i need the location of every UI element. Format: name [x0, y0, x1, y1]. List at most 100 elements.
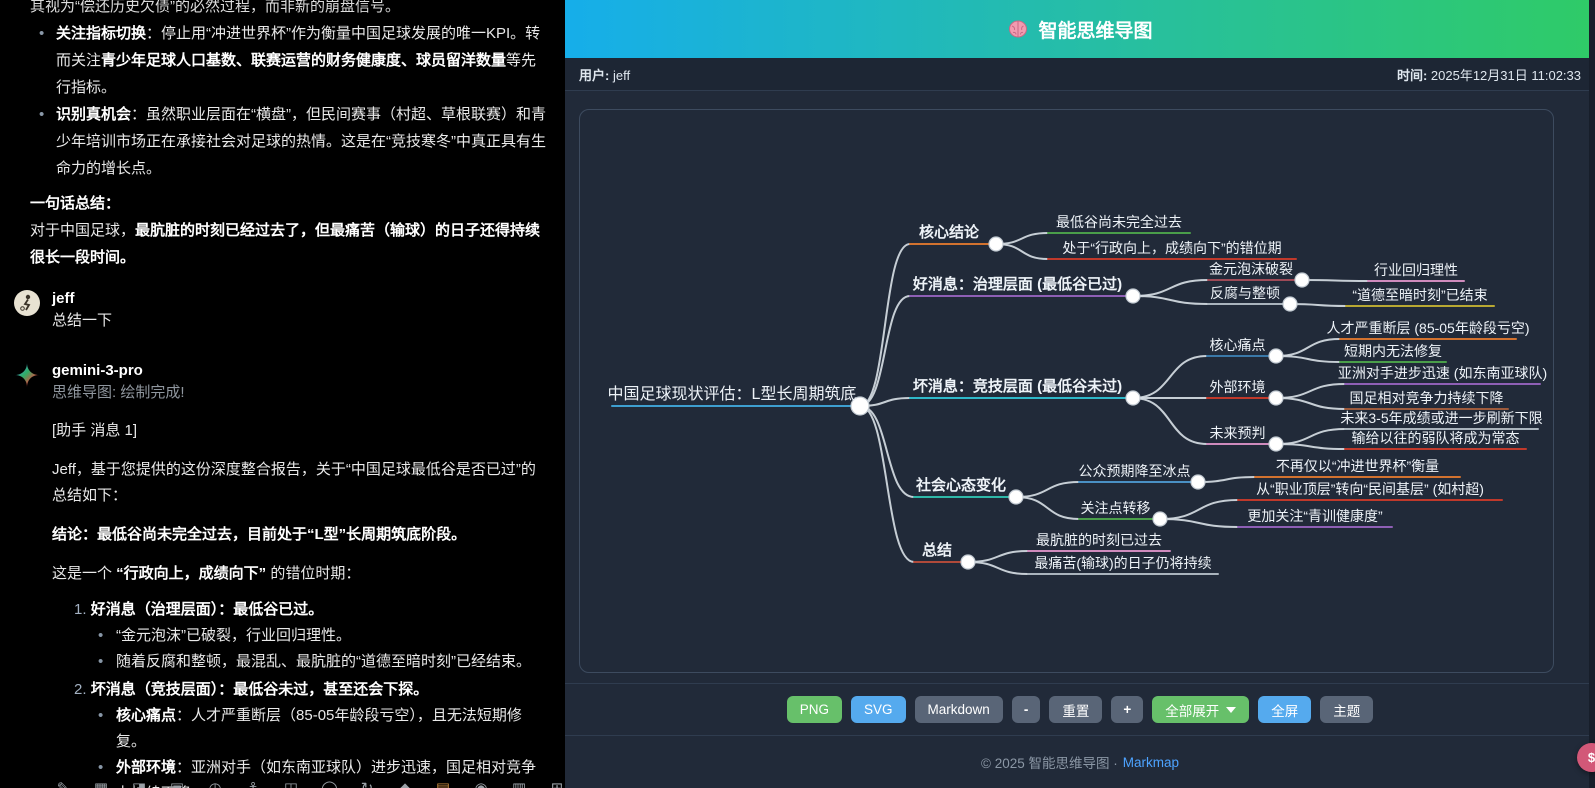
mindmap-node-label[interactable]: 人才严重断层 (85-05年龄段亏空) — [1326, 318, 1529, 338]
mindmap-node-label[interactable]: 行业回归理性 — [1374, 260, 1458, 280]
soccer-player-icon — [17, 293, 37, 313]
export-png-button[interactable]: PNG — [787, 696, 842, 723]
mindmap-node-label[interactable]: 最肮脏的时刻已过去 — [1036, 530, 1162, 550]
mindmap-app-panel: 智能思维导图 用户: jeff 时间: 2025年12月31日 11:02:33… — [565, 0, 1595, 788]
mindmap-collapse-circle[interactable] — [1283, 297, 1297, 311]
mindmap-node-label[interactable]: 处于“行政向上，成绩向下”的错位期 — [1062, 238, 1281, 258]
mindmap-collapse-circle[interactable] — [1126, 391, 1140, 405]
bullet-item: 关注指标切换：停止用“冲进世界杯”作为衡量中国足球发展的唯一KPI。转而关注青少… — [30, 20, 547, 101]
mindmap-canvas[interactable]: 中国足球现状评估：L型长周期筑底 核心结论 最低谷尚未完全过去处于“行政向上，成绩向… — [580, 110, 1553, 672]
message-author: jeff — [52, 289, 547, 309]
text-segment: 这是一个 — [52, 565, 116, 582]
mindmap-collapse-circle[interactable] — [1126, 289, 1140, 303]
zoom-out-button[interactable]: - — [1012, 696, 1041, 723]
app-title: 智能思维导图 — [1038, 16, 1152, 43]
file-icon[interactable]: ▤ — [435, 779, 451, 788]
mindmap-collapse-circle[interactable] — [1153, 512, 1167, 526]
mindmap-toolbar: PNG SVG Markdown - 重置 + 全部展开 全屏 主题 — [565, 683, 1595, 735]
zoom-in-button[interactable]: + — [1111, 696, 1143, 723]
grid-icon[interactable]: ⊞ — [549, 779, 565, 788]
mindmap-node-label[interactable]: 坏消息：竞技层面 (最低谷未过) — [913, 377, 1122, 397]
assistant-list-item: 好消息（治理层面）：最低谷已过。“金元泡沫”已破裂，行业回归理性。随着反腐和整顿… — [74, 597, 547, 675]
mindmap-node-label[interactable]: 输给以往的弱队将成为常态 — [1352, 428, 1520, 448]
avatar — [14, 362, 40, 388]
mindmap-collapse-circle[interactable] — [1009, 490, 1023, 504]
document-icon[interactable]: ▥ — [511, 779, 527, 788]
map-area: 中国足球现状评估：L型长周期筑底 核心结论 最低谷尚未完全过去处于“行政向上，成绩向… — [565, 91, 1595, 683]
mindmap-node-label[interactable]: 金元泡沫破裂 — [1209, 259, 1293, 279]
mindmap-node-label[interactable]: 关注点转移 — [1081, 498, 1151, 518]
share-icon[interactable]: ◆ — [397, 779, 413, 788]
mindmap-collapse-circle[interactable] — [1191, 475, 1205, 489]
mindmap-collapse-circle[interactable] — [1269, 349, 1283, 363]
mindmap-node-label[interactable]: 中国足球现状评估：L型长周期筑底 — [608, 385, 857, 405]
mindmap-node-label[interactable]: 从“职业顶层”转向“民间基层” (如村超) — [1256, 479, 1484, 499]
mindmap-node-label[interactable]: 最低谷尚未完全过去 — [1056, 212, 1182, 232]
assistant-ordered-list: 好消息（治理层面）：最低谷已过。“金元泡沫”已破裂，行业回归理性。随着反腐和整顿… — [52, 597, 547, 788]
user-icon[interactable]: ◉ — [473, 779, 489, 788]
mindmap-node-label[interactable]: 总结 — [922, 541, 952, 561]
mindmap-node-label[interactable]: “道德至暗时刻”已结束 — [1352, 285, 1487, 305]
message-tag: [助手 消息 1] — [52, 418, 547, 444]
bullet-item: 识别真机会：虽然职业层面在“横盘”，但民间赛事（村超、草根联赛）和青少年培训市场… — [30, 101, 547, 182]
mindmap-node-label[interactable]: 外部环境 — [1210, 377, 1266, 397]
speaker-icon[interactable]: ◨ — [131, 779, 147, 788]
mindmap-collapse-circle[interactable] — [989, 237, 1003, 251]
mindmap-collapse-circle[interactable] — [1295, 273, 1309, 287]
bullet-list: 关注指标切换：停止用“冲进世界杯”作为衡量中国足球发展的唯一KPI。转而关注青少… — [30, 20, 547, 182]
refresh-icon[interactable]: ↻ — [359, 779, 375, 788]
text-segment: 对于中国足球， — [30, 222, 135, 239]
mindmap-node-label[interactable]: 社会心态变化 — [916, 476, 1006, 496]
image-icon[interactable]: ▣ — [169, 779, 185, 788]
mindmap-node-label[interactable]: 不再仅以“冲进世界杯”衡量 — [1276, 456, 1439, 476]
reset-button[interactable]: 重置 — [1049, 696, 1102, 723]
assistant-message: gemini-3-pro 思维导图: 绘制完成! [助手 消息 1] Jeff，… — [14, 361, 547, 788]
mindmap-node-label[interactable]: 国足相对竞争力持续下降 — [1350, 388, 1504, 408]
previous-assistant-message: 其视为“偿还历史欠债”的必然过程，而非新的崩盘信号。 关注指标切换：停止用“冲进… — [30, 0, 547, 271]
edit-icon[interactable]: ✎ — [55, 779, 71, 788]
mindmap-node-label[interactable]: 好消息：治理层面 (最低谷已过) — [913, 275, 1122, 295]
expand-all-button[interactable]: 全部展开 — [1152, 696, 1249, 723]
summary-heading: 一句话总结： — [30, 190, 547, 217]
text-segment: 青少年足球人口基数、联赛运营的财务健康度、球员留洋数量 — [101, 52, 506, 69]
fullscreen-button[interactable]: 全屏 — [1258, 696, 1311, 723]
mindmap-node-label[interactable]: 亚洲对手进步迅速 (如东南亚球队) — [1338, 363, 1547, 383]
anchor-icon[interactable]: ⚓ — [245, 779, 261, 788]
app-header: 智能思维导图 — [565, 0, 1595, 58]
mindmap-collapse-circle[interactable] — [1269, 437, 1283, 451]
scrollbar[interactable] — [1589, 0, 1595, 788]
mindmap-container[interactable]: 中国足球现状评估：L型长周期筑底 核心结论 最低谷尚未完全过去处于“行政向上，成绩向… — [579, 109, 1554, 673]
chat-scroll-area[interactable]: 其视为“偿还历史欠债”的必然过程，而非新的崩盘信号。 关注指标切换：停止用“冲进… — [0, 0, 565, 788]
user-bar: 用户: jeff 时间: 2025年12月31日 11:02:33 — [565, 58, 1595, 91]
assistant-list-item: 坏消息（竞技层面）：最低谷未过，甚至还会下探。核心痛点：人才严重断层（85-05… — [74, 677, 547, 788]
trash-icon[interactable]: ▦ — [93, 779, 109, 788]
markmap-link[interactable]: Markmap — [1123, 755, 1179, 770]
clock-icon[interactable]: ◷ — [207, 779, 223, 788]
mindmap-collapse-circle[interactable] — [1269, 391, 1283, 405]
user-message: jeff 总结一下 — [14, 289, 547, 333]
list-sub-item: 核心痛点：人才严重断层（85-05年龄段亏空），且无法短期修复。 — [94, 703, 547, 755]
mindmap-node-label[interactable]: 未来预判 — [1210, 423, 1266, 443]
mindmap-node-label[interactable]: 更加关注“青训健康度” — [1247, 506, 1382, 526]
mindmap-collapse-circle[interactable] — [961, 555, 975, 569]
period-line: 这是一个 “行政向上，成绩向下” 的错位时期： — [52, 561, 547, 587]
text-segment: 识别真机会 — [56, 106, 131, 123]
mindmap-node-label[interactable]: 反腐与整顿 — [1210, 283, 1280, 303]
circle-icon[interactable]: ◯ — [321, 779, 337, 788]
chevron-down-icon — [1226, 707, 1236, 713]
export-svg-button[interactable]: SVG — [851, 696, 906, 723]
mindmap-node-label[interactable]: 核心痛点 — [1210, 335, 1266, 355]
message-text: 总结一下 — [52, 309, 547, 333]
save-icon[interactable]: ◫ — [283, 779, 299, 788]
text-segment: 关注指标切换 — [56, 25, 146, 42]
message-paragraph: Jeff，基于您提供的这份深度整合报告，关于“中国足球最低谷是否已过”的总结如下… — [52, 457, 547, 509]
list-item-title: 好消息（治理层面）：最低谷已过。 — [91, 601, 324, 618]
mindmap-node-label[interactable]: 短期内无法修复 — [1344, 341, 1442, 361]
export-markdown-button[interactable]: Markdown — [915, 696, 1003, 723]
mindmap-node-label[interactable]: 最痛苦(输球)的日子仍将持续 — [1034, 553, 1211, 573]
mindmap-node-label[interactable]: 公众预期降至冰点 — [1079, 461, 1191, 481]
mindmap-node-label[interactable]: 未来3-5年成绩或进一步刷新下限 — [1340, 408, 1542, 428]
gemini-star-icon — [14, 362, 40, 388]
theme-button[interactable]: 主题 — [1320, 696, 1373, 723]
mindmap-node-label[interactable]: 核心结论 — [919, 223, 979, 243]
